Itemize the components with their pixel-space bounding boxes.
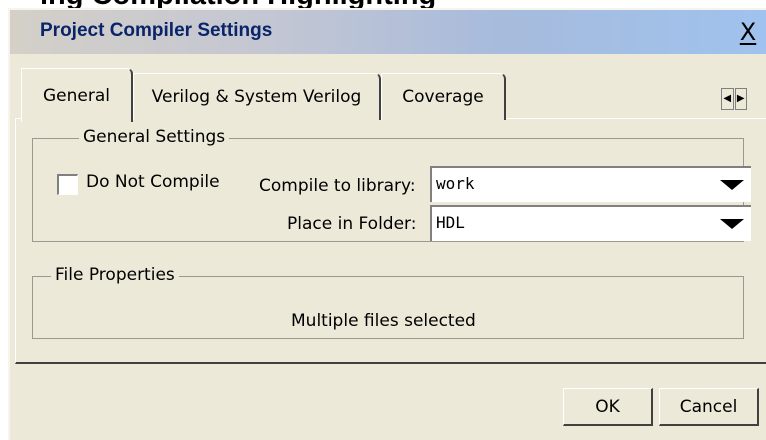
- tab-label: Verilog & System Verilog: [151, 87, 362, 107]
- compile-to-library-value: work: [436, 174, 475, 193]
- tab-label: General: [43, 85, 110, 106]
- dropdown-arrow-icon[interactable]: [713, 207, 751, 241]
- tab-verilog-system-verilog[interactable]: Verilog & System Verilog: [133, 73, 381, 120]
- do-not-compile-checkbox[interactable]: [57, 174, 78, 195]
- compile-to-library-combobox[interactable]: work: [430, 166, 751, 202]
- scroll-left-icon[interactable]: ◀: [721, 88, 734, 110]
- title-bar[interactable]: Project Compiler Settings X: [10, 10, 766, 54]
- tab-general[interactable]: General: [21, 68, 133, 122]
- close-button[interactable]: X: [732, 18, 764, 46]
- file-properties-text: Multiple files selected: [291, 311, 476, 331]
- tab-scroll-buttons: ◀ ▶: [721, 88, 747, 110]
- scroll-right-icon[interactable]: ▶: [734, 88, 747, 110]
- dropdown-arrow-icon[interactable]: [713, 168, 751, 202]
- ok-button[interactable]: OK: [563, 388, 653, 426]
- tab-coverage[interactable]: Coverage: [381, 73, 506, 120]
- close-icon: X: [739, 18, 757, 46]
- place-in-folder-value: HDL: [436, 213, 465, 232]
- place-in-folder-combobox[interactable]: HDL: [430, 205, 751, 241]
- ok-button-label: OK: [595, 396, 620, 417]
- do-not-compile-label: Do Not Compile: [86, 172, 220, 192]
- compile-to-library-label: Compile to library:: [259, 176, 416, 196]
- dialog-title: Project Compiler Settings: [40, 20, 273, 41]
- file-properties-legend: File Properties: [51, 265, 179, 285]
- general-settings-legend: General Settings: [79, 127, 230, 147]
- cancel-button[interactable]: Cancel: [659, 388, 759, 426]
- place-in-folder-label: Place in Folder:: [287, 214, 417, 234]
- file-properties-group: File Properties Multiple files selected: [32, 265, 744, 339]
- cancel-button-label: Cancel: [679, 396, 738, 417]
- tab-label: Coverage: [402, 87, 484, 107]
